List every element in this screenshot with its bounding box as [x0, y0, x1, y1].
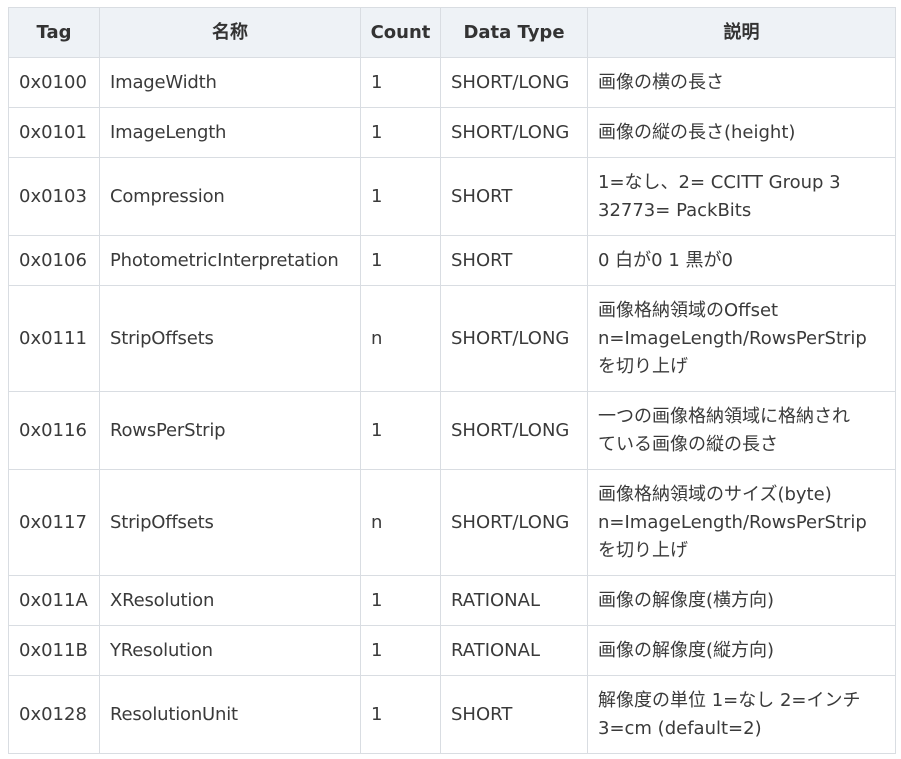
cell-name: YResolution [99, 625, 361, 676]
header-description: 説明 [587, 7, 896, 58]
cell-data-type: SHORT/LONG [440, 391, 588, 470]
cell-tag: 0x0106 [8, 235, 100, 286]
cell-description: 0 白が0 1 黒が0 [587, 235, 896, 286]
cell-count: n [360, 469, 441, 576]
cell-tag: 0x0100 [8, 57, 100, 108]
cell-data-type: SHORT/LONG [440, 469, 588, 576]
cell-tag: 0x011B [8, 625, 100, 676]
header-count: Count [360, 7, 441, 58]
cell-tag: 0x0111 [8, 285, 100, 392]
cell-name: Compression [99, 157, 361, 236]
cell-name: ImageWidth [99, 57, 361, 108]
header-tag: Tag [8, 7, 100, 58]
cell-description: 1=なし、2= CCITT Group 3 32773= PackBits [587, 157, 896, 236]
header-row: Tag 名称 Count Data Type 説明 [8, 7, 896, 58]
cell-data-type: RATIONAL [440, 575, 588, 626]
cell-data-type: SHORT/LONG [440, 285, 588, 392]
cell-data-type: SHORT/LONG [440, 57, 588, 108]
cell-tag: 0x0103 [8, 157, 100, 236]
cell-data-type: SHORT/LONG [440, 107, 588, 158]
cell-name: StripOffsets [99, 469, 361, 576]
header-data-type: Data Type [440, 7, 588, 58]
cell-description: 画像格納領域のサイズ(byte) n=ImageLength/RowsPerSt… [587, 469, 896, 576]
cell-name: PhotometricInterpretation [99, 235, 361, 286]
cell-data-type: SHORT [440, 235, 588, 286]
table-row: 0x0101 ImageLength 1 SHORT/LONG 画像の縦の長さ(… [8, 107, 896, 158]
cell-name: StripOffsets [99, 285, 361, 392]
table-row: 0x0111 StripOffsets n SHORT/LONG 画像格納領域の… [8, 285, 896, 392]
cell-description: 画像の解像度(縦方向) [587, 625, 896, 676]
cell-data-type: SHORT [440, 675, 588, 754]
table-row: 0x0128 ResolutionUnit 1 SHORT 解像度の単位 1=な… [8, 675, 896, 754]
cell-count: n [360, 285, 441, 392]
table-row: 0x0103 Compression 1 SHORT 1=なし、2= CCITT… [8, 157, 896, 236]
tiff-tag-table: Tag 名称 Count Data Type 説明 0x0100 ImageWi… [8, 7, 896, 754]
cell-count: 1 [360, 575, 441, 626]
cell-count: 1 [360, 625, 441, 676]
cell-description: 一つの画像格納領域に格納され ている画像の縦の長さ [587, 391, 896, 470]
cell-count: 1 [360, 57, 441, 108]
table-row: 0x0106 PhotometricInterpretation 1 SHORT… [8, 235, 896, 286]
cell-tag: 0x0117 [8, 469, 100, 576]
cell-tag: 0x0116 [8, 391, 100, 470]
table-row: 0x0100 ImageWidth 1 SHORT/LONG 画像の横の長さ [8, 57, 896, 108]
cell-data-type: RATIONAL [440, 625, 588, 676]
header-name: 名称 [99, 7, 361, 58]
cell-description: 解像度の単位 1=なし 2=インチ 3=cm (default=2) [587, 675, 896, 754]
cell-count: 1 [360, 157, 441, 236]
cell-name: ResolutionUnit [99, 675, 361, 754]
cell-name: XResolution [99, 575, 361, 626]
table-row: 0x011A XResolution 1 RATIONAL 画像の解像度(横方向… [8, 575, 896, 626]
cell-tag: 0x011A [8, 575, 100, 626]
table-row: 0x0116 RowsPerStrip 1 SHORT/LONG 一つの画像格納… [8, 391, 896, 470]
cell-description: 画像の解像度(横方向) [587, 575, 896, 626]
cell-count: 1 [360, 391, 441, 470]
cell-count: 1 [360, 107, 441, 158]
cell-data-type: SHORT [440, 157, 588, 236]
cell-name: RowsPerStrip [99, 391, 361, 470]
table-row: 0x011B YResolution 1 RATIONAL 画像の解像度(縦方向… [8, 625, 896, 676]
cell-name: ImageLength [99, 107, 361, 158]
table-row: 0x0117 StripOffsets n SHORT/LONG 画像格納領域の… [8, 469, 896, 576]
cell-description: 画像の横の長さ [587, 57, 896, 108]
cell-description: 画像格納領域のOffset n=ImageLength/RowsPerStrip… [587, 285, 896, 392]
cell-count: 1 [360, 675, 441, 754]
cell-description: 画像の縦の長さ(height) [587, 107, 896, 158]
cell-count: 1 [360, 235, 441, 286]
cell-tag: 0x0128 [8, 675, 100, 754]
cell-tag: 0x0101 [8, 107, 100, 158]
